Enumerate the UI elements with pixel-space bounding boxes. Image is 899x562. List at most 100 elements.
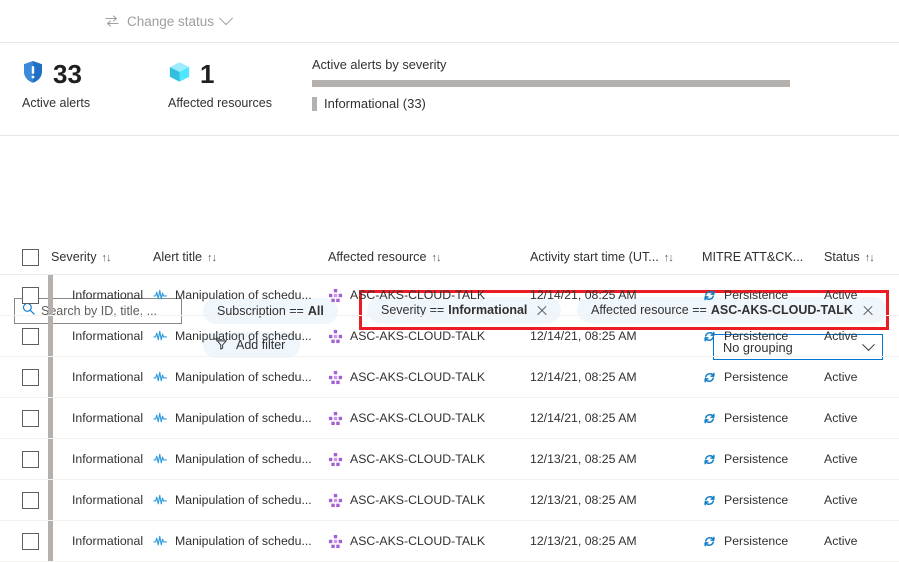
cell-mitre-tactic: Persistence bbox=[700, 274, 822, 316]
table-row[interactable]: Informational Manipulation of schedu... AS… bbox=[0, 274, 899, 316]
cell-mitre-tactic: Persistence bbox=[700, 438, 822, 480]
row-checkbox[interactable] bbox=[22, 368, 39, 386]
persistence-cycle-icon bbox=[702, 370, 717, 385]
sort-arrows-icon: ↑↓ bbox=[207, 252, 217, 264]
active-alerts-label: Active alerts bbox=[22, 96, 91, 110]
column-header-mitre[interactable]: MITRE ATT&CK... bbox=[700, 240, 822, 275]
table-row[interactable]: Informational Manipulation of schedu... AS… bbox=[0, 520, 899, 562]
row-checkbox-cell bbox=[0, 520, 48, 562]
status-text: Active bbox=[824, 370, 858, 384]
severity-chart: Active alerts by severity Informational … bbox=[312, 57, 790, 111]
cell-status: Active bbox=[822, 274, 899, 316]
severity-text: Informational bbox=[72, 534, 144, 548]
severity-text: Informational bbox=[72, 411, 144, 425]
cell-status: Active bbox=[822, 356, 899, 398]
cell-severity: Informational bbox=[48, 356, 150, 398]
change-status-button[interactable]: Change status bbox=[100, 10, 235, 32]
severity-indicator bbox=[48, 316, 53, 356]
persistence-cycle-icon bbox=[702, 329, 717, 344]
affected-resource-text: ASC-AKS-CLOUD-TALK bbox=[350, 288, 486, 302]
cell-status: Active bbox=[822, 479, 899, 521]
alerts-table: Severity ↑↓ Alert title ↑↓ Affected resour… bbox=[0, 240, 899, 562]
alert-title-text: Manipulation of schedu... bbox=[175, 493, 312, 507]
cell-status: Active bbox=[822, 315, 899, 357]
sort-arrows-icon: ↑↓ bbox=[431, 252, 441, 264]
affected-resources-count: 1 bbox=[200, 59, 215, 89]
alert-title-text: Manipulation of schedu... bbox=[175, 411, 312, 425]
swap-arrows-icon bbox=[104, 13, 120, 29]
sort-arrows-icon: ↑↓ bbox=[663, 252, 674, 264]
cell-affected-resource: ASC-AKS-CLOUD-TALK bbox=[325, 520, 522, 562]
cell-mitre-tactic: Persistence bbox=[700, 397, 822, 439]
persistence-cycle-icon bbox=[702, 288, 717, 303]
column-header-status[interactable]: Status ↑↓ bbox=[822, 240, 899, 275]
mitre-tactic-text: Persistence bbox=[724, 329, 789, 343]
cell-status: Active bbox=[822, 438, 899, 480]
summary-strip: 33 Active alerts 1 Affected resources Ac… bbox=[0, 43, 899, 135]
cell-activity-start-time: 12/14/21, 08:25 AM bbox=[522, 274, 700, 316]
command-toolbar: Change status bbox=[0, 0, 899, 42]
select-all-checkbox[interactable] bbox=[22, 248, 39, 266]
row-checkbox[interactable] bbox=[22, 491, 39, 509]
cell-mitre-tactic: Persistence bbox=[700, 520, 822, 562]
change-status-label: Change status bbox=[127, 13, 215, 29]
row-checkbox[interactable] bbox=[22, 286, 39, 304]
table-row[interactable]: Informational Manipulation of schedu... AS… bbox=[0, 397, 899, 439]
affected-resource-text: ASC-AKS-CLOUD-TALK bbox=[350, 452, 486, 466]
alert-title-text: Manipulation of schedu... bbox=[175, 452, 312, 466]
status-text: Active bbox=[824, 452, 858, 466]
persistence-cycle-icon bbox=[702, 534, 717, 549]
row-checkbox[interactable] bbox=[22, 327, 39, 345]
severity-text: Informational bbox=[72, 329, 144, 343]
row-checkbox-cell bbox=[0, 356, 48, 398]
cell-activity-start-time: 12/14/21, 08:25 AM bbox=[522, 356, 700, 398]
cell-severity: Informational bbox=[48, 274, 150, 316]
table-row[interactable]: Informational Manipulation of schedu... AS… bbox=[0, 315, 899, 357]
status-text: Active bbox=[824, 411, 858, 425]
row-checkbox-cell bbox=[0, 397, 48, 439]
cell-affected-resource: ASC-AKS-CLOUD-TALK bbox=[325, 356, 522, 398]
cell-alert-title: Manipulation of schedu... bbox=[150, 479, 325, 521]
severity-legend-label: Informational (33) bbox=[324, 96, 426, 111]
severity-indicator bbox=[48, 275, 53, 315]
shield-alert-icon bbox=[22, 60, 44, 89]
status-text: Active bbox=[824, 493, 858, 507]
row-checkbox[interactable] bbox=[22, 532, 39, 550]
kubernetes-cluster-icon bbox=[328, 329, 343, 344]
table-row[interactable]: Informational Manipulation of schedu... AS… bbox=[0, 479, 899, 521]
column-header-title-label: Alert title bbox=[153, 250, 202, 264]
chevron-down-icon bbox=[218, 11, 234, 26]
cell-alert-title: Manipulation of schedu... bbox=[150, 438, 325, 480]
alert-title-text: Manipulation of schedu... bbox=[175, 534, 312, 548]
severity-bar bbox=[312, 80, 790, 87]
table-row[interactable]: Informational Manipulation of schedu... AS… bbox=[0, 438, 899, 480]
cell-severity: Informational bbox=[48, 397, 150, 439]
column-header-time-label: Activity start time (UT... bbox=[530, 250, 659, 264]
column-header-title[interactable]: Alert title ↑↓ bbox=[150, 240, 325, 275]
affected-resources-stat: 1 Affected resources bbox=[168, 57, 272, 110]
table-row[interactable]: Informational Manipulation of schedu... AS… bbox=[0, 356, 899, 398]
select-all-header bbox=[0, 240, 48, 275]
cell-alert-title: Manipulation of schedu... bbox=[150, 397, 325, 439]
cell-alert-title: Manipulation of schedu... bbox=[150, 315, 325, 357]
cell-activity-start-time: 12/13/21, 08:25 AM bbox=[522, 520, 700, 562]
kubernetes-cluster-icon bbox=[328, 370, 343, 385]
column-header-mitre-label: MITRE ATT&CK... bbox=[702, 250, 804, 264]
cell-mitre-tactic: Persistence bbox=[700, 479, 822, 521]
column-header-severity[interactable]: Severity ↑↓ bbox=[48, 240, 150, 275]
column-header-resource[interactable]: Affected resource ↑↓ bbox=[325, 240, 522, 275]
row-checkbox[interactable] bbox=[22, 409, 39, 427]
severity-indicator bbox=[48, 521, 53, 561]
mitre-tactic-text: Persistence bbox=[724, 452, 789, 466]
cell-severity: Informational bbox=[48, 479, 150, 521]
cell-activity-start-time: 12/14/21, 08:25 AM bbox=[522, 397, 700, 439]
activity-start-time-text: 12/14/21, 08:25 AM bbox=[530, 329, 637, 343]
column-header-time[interactable]: Activity start time (UT... ↑↓ bbox=[522, 240, 700, 275]
cell-alert-title: Manipulation of schedu... bbox=[150, 520, 325, 562]
cell-affected-resource: ASC-AKS-CLOUD-TALK bbox=[325, 438, 522, 480]
cell-activity-start-time: 12/13/21, 08:25 AM bbox=[522, 438, 700, 480]
mitre-tactic-text: Persistence bbox=[724, 493, 789, 507]
mitre-tactic-text: Persistence bbox=[724, 534, 789, 548]
row-checkbox[interactable] bbox=[22, 450, 39, 468]
mitre-tactic-text: Persistence bbox=[724, 411, 789, 425]
